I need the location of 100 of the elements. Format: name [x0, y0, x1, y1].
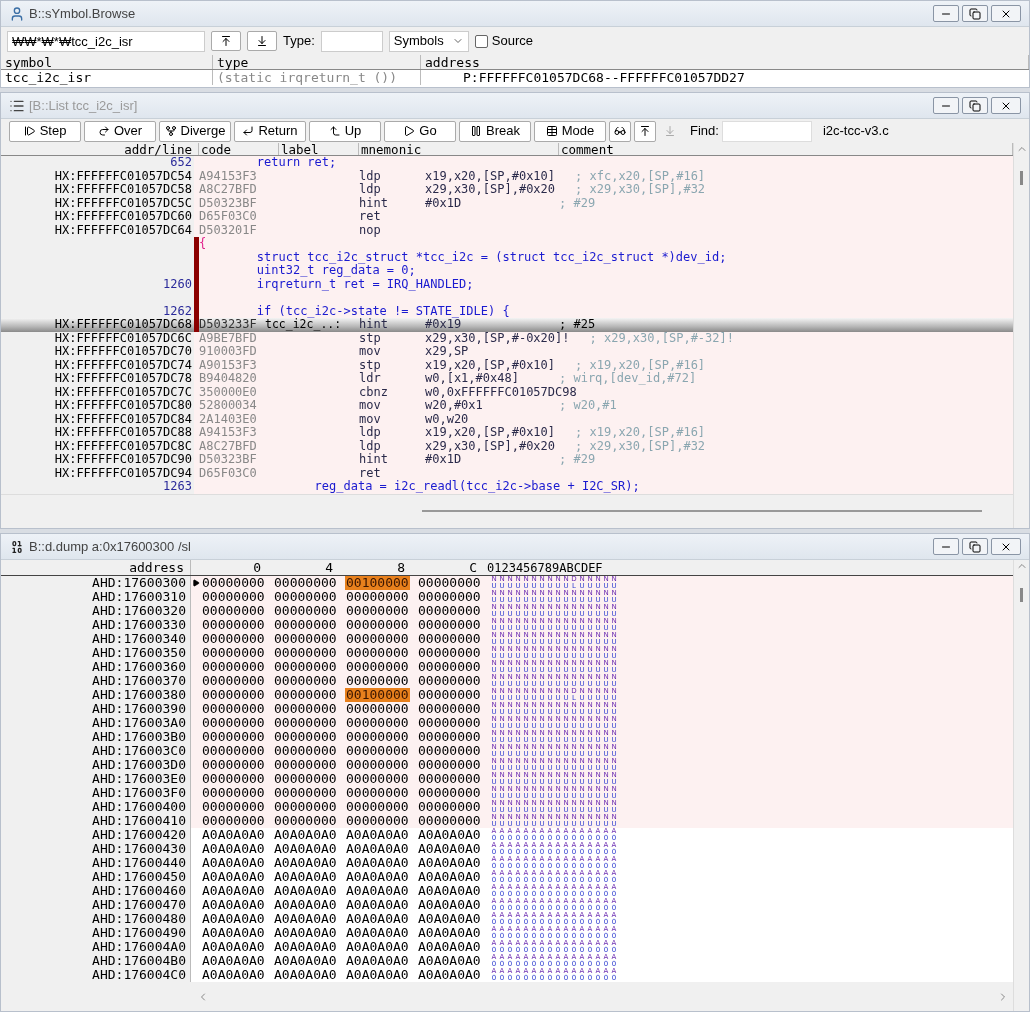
restore-button[interactable] [962, 5, 988, 22]
toolbar-button[interactable]: Return [234, 120, 306, 142]
close-button[interactable] [991, 97, 1021, 114]
memory-word: A0A0A0A0 [201, 968, 266, 982]
close-button[interactable] [991, 538, 1021, 555]
memory-word: 00000000 [201, 674, 266, 688]
code-row[interactable]: 652 return ret; [1, 156, 1013, 170]
line-number-cell: 1263 [1, 480, 194, 494]
opcode-text: 910003FD [199, 345, 258, 359]
mnemonic-text: mov [359, 412, 382, 426]
up-arrow-icon [328, 125, 341, 137]
address-cell: HX:FFFFFFC01057DC78 [1, 372, 194, 386]
horizontal-scrollbar[interactable] [1, 982, 1013, 1011]
toolbar-icon-button[interactable] [609, 120, 631, 142]
vertical-scrollbar[interactable] [1013, 560, 1029, 1011]
opcode-text: A90153F3 [199, 358, 258, 372]
find-label: Find: [690, 122, 719, 141]
column-header[interactable]: C [407, 560, 479, 575]
restore-button[interactable] [962, 97, 988, 114]
restore-icon [969, 7, 981, 20]
operands-text: x19,x20,[SP,#0x10] [425, 169, 556, 183]
toolbar-button[interactable]: Step [9, 120, 81, 142]
code-row[interactable]: 1263 reg_data = i2c_readl(tcc_i2c->base + I2C_SR); [1, 480, 1013, 494]
code-row[interactable]: HX:FFFFFFC01057DC80 52800034 mov w20,#0x1 ; w20,#1 [1, 399, 1013, 413]
memory-word: A0A0A0A0 [201, 842, 266, 856]
scroll-thumb[interactable] [1020, 588, 1023, 602]
scope-dropdown[interactable]: Symbols [388, 30, 469, 52]
glasses-icon [614, 125, 626, 137]
column-header[interactable]: 0 [191, 560, 263, 575]
memory-word: A0A0A0A0 [417, 842, 482, 856]
previous-button[interactable] [211, 31, 241, 51]
source-checkbox[interactable] [474, 34, 488, 48]
column-header[interactable]: 8 [335, 560, 407, 575]
close-button[interactable] [991, 5, 1021, 22]
horizontal-scrollbar[interactable] [1, 493, 1013, 528]
address-text: AHD:17600360 [1, 660, 191, 674]
mnemonic-text: ret [359, 466, 382, 480]
vertical-scrollbar[interactable] [1013, 143, 1029, 528]
restore-button[interactable] [962, 538, 988, 555]
memory-word: 00000000 [417, 674, 482, 688]
column-header[interactable]: mnemonic [359, 143, 559, 155]
scroll-thumb[interactable] [1020, 171, 1023, 185]
memory-word: 00000000 [201, 716, 266, 730]
selected-row[interactable]: HX:FFFFFFC01057DC68 D503233F tcc_i2c_..: hint #0x19 ; #25 [1, 318, 1013, 332]
toolbar-button[interactable]: Up [309, 120, 381, 142]
minimize-button[interactable] [933, 538, 959, 555]
column-header[interactable]: address [421, 55, 1029, 69]
mnemonic-text: cbnz [359, 385, 389, 399]
toolbar-button[interactable]: Break [459, 120, 531, 142]
search-field[interactable]: ₩₩*₩*₩tcc_i2c_isr [7, 30, 205, 52]
memory-word: A0A0A0A0 [273, 842, 338, 856]
code-row[interactable]: HX:FFFFFFC01057DC88 A94153F3 ldp x19,x20,[SP,#0x10] ; x19,x20,[SP,#16] [1, 426, 1013, 440]
scroll-thumb[interactable] [422, 510, 982, 513]
column-header[interactable]: type [213, 55, 421, 69]
opcode-text: D50323BF [199, 453, 258, 467]
minimize-button[interactable] [933, 97, 959, 114]
code-row[interactable]: HX:FFFFFFC01057DC70 910003FD mov x29,SP [1, 345, 1013, 359]
column-header[interactable]: addr/line [1, 143, 199, 155]
minimize-button[interactable] [933, 5, 959, 22]
toolbar-button[interactable]: Mode [534, 120, 606, 142]
toolbar-button[interactable]: Over [84, 120, 156, 142]
toolbar-icon-button[interactable] [634, 120, 656, 142]
memory-word: 00000000 [417, 702, 482, 716]
code-row[interactable]: HX:FFFFFFC01057DC90 D50323BF hint #0x1D ; #29 [1, 453, 1013, 467]
memory-word: A0A0A0A0 [273, 856, 338, 870]
comment-text: ; #25 [559, 318, 596, 332]
memory-word: 00000000 [417, 814, 482, 828]
column-header[interactable]: code [199, 143, 279, 155]
toolbar-button[interactable]: Diverge [159, 120, 231, 142]
source-code-line: if (tcc_i2c->state != STATE_IDLE) { [255, 304, 510, 318]
memory-word: A0A0A0A0 [345, 884, 410, 898]
column-header[interactable]: address [1, 560, 191, 575]
find-field[interactable] [721, 120, 812, 142]
line-number-cell: 652 [1, 156, 194, 170]
column-header[interactable]: symbol [1, 55, 213, 69]
memory-word: 00000000 [273, 744, 338, 758]
address-text: AHD:17600350 [1, 646, 191, 660]
toolbar-button[interactable]: Go [384, 120, 456, 142]
column-header[interactable]: 4 [263, 560, 335, 575]
code-row[interactable]: uint32_t reg_data = 0; [1, 264, 1013, 278]
code-row[interactable]: { [1, 237, 1013, 251]
type-field[interactable] [320, 30, 383, 52]
memory-word: 00000000 [273, 660, 338, 674]
address-cell: HX:FFFFFFC01057DC80 [1, 399, 194, 413]
memory-word: 00000000 [417, 618, 482, 632]
code-row[interactable]: HX:FFFFFFC01057DC60 D65F03C0 ret [1, 210, 1013, 224]
memory-word: A0A0A0A0 [417, 870, 482, 884]
comment-text: ; x29,x30,[SP],#32 [575, 183, 706, 197]
column-header[interactable]: label [279, 143, 359, 155]
address-text: AHD:176003C0 [1, 744, 191, 758]
memory-word: A0A0A0A0 [273, 940, 338, 954]
code-row[interactable]: HX:FFFFFFC01057DC58 A8C27BFD ldp x29,x30,[SP],#0x20 ; x29,x30,[SP],#32 [1, 183, 1013, 197]
opcode-text: 350000E0 [199, 385, 258, 399]
address-text: AHD:176003E0 [1, 772, 191, 786]
table-icon [545, 125, 558, 137]
next-button[interactable] [247, 31, 277, 51]
column-header[interactable]: 0123456789ABCDEF [479, 560, 603, 575]
code-row[interactable]: HX:FFFFFFC01057DC78 B9404820 ldr w0,[x1,#0x48] ; wirq,[dev_id,#72] [1, 372, 1013, 386]
memory-word: 00000000 [345, 716, 410, 730]
memory-word: 00000000 [417, 660, 482, 674]
